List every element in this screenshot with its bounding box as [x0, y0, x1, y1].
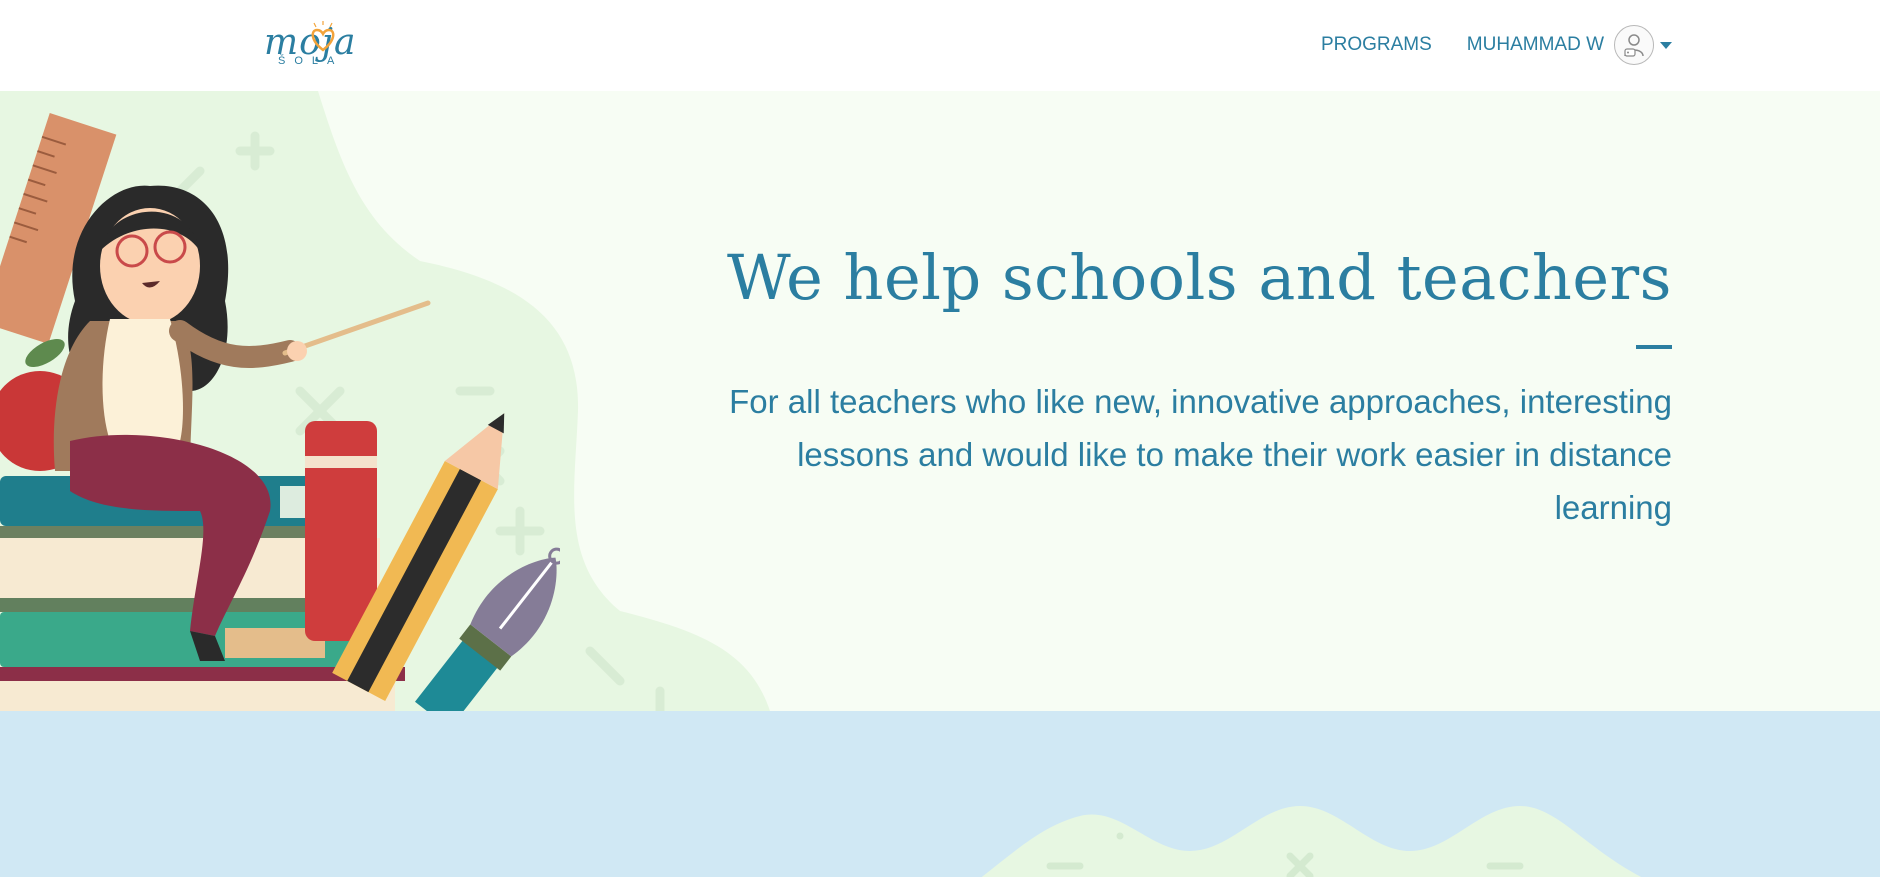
hero-title: We help schools and teachers	[726, 241, 1672, 314]
user-menu[interactable]: MUHAMMAD W	[1467, 25, 1672, 65]
user-name: MUHAMMAD W	[1466, 34, 1604, 55]
hero-subtitle: For all teachers who like new, innovativ…	[729, 383, 1672, 527]
main-nav: PROGRAMS MUHAMMAD W	[1321, 25, 1672, 65]
user-avatar-icon	[1614, 25, 1654, 65]
nav-programs-link[interactable]: PROGRAMS	[1321, 34, 1432, 56]
decorative-wave	[981, 806, 1642, 877]
hero-text-block: We help schools and teachers For all tea…	[672, 241, 1672, 534]
hero-divider	[1636, 345, 1672, 350]
site-header: moja ŠOLA PROGRAMS MUHAMMAD W	[0, 0, 1880, 91]
hero-section: We help schools and teachers For all tea…	[0, 91, 1880, 711]
teacher-illustration	[0, 113, 560, 711]
lower-band	[0, 711, 1880, 877]
heart-icon	[311, 21, 335, 52]
moja-sola-logo[interactable]: moja ŠOLA	[262, 18, 402, 72]
logo-sub-text: ŠOLA	[278, 55, 344, 67]
caret-down-icon	[1660, 41, 1672, 49]
